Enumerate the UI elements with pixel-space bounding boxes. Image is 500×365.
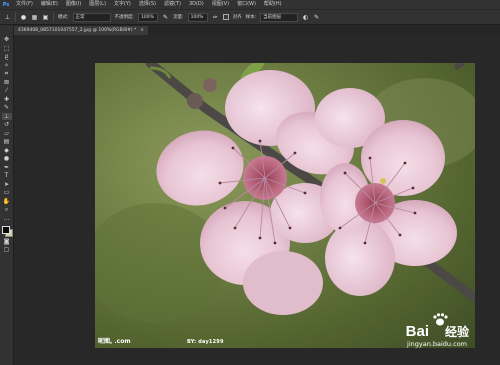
clone-stamp-tool-icon[interactable]: ⊥	[1, 112, 12, 120]
tool-options-bar: ⊥ ● ▦ ▣ 模式: 正常 不透明度: 100% ✎ 流量: 100% ✑ 对…	[0, 9, 500, 25]
gradient-tool-icon[interactable]: ▤	[2, 138, 12, 145]
document-tab-title: 4369408_0857101047557_2.jpg @ 100%(RGB/8…	[18, 28, 137, 33]
pressure-opacity-icon[interactable]: ✎	[162, 14, 169, 21]
document-tab[interactable]: 4369408_0857101047557_2.jpg @ 100%(RGB/8…	[14, 26, 149, 35]
airbrush-icon[interactable]: ✑	[212, 14, 219, 21]
eraser-tool-icon[interactable]: ▱	[2, 130, 12, 137]
menu-edit[interactable]: 编辑(E)	[37, 0, 62, 9]
brush-tool-icon[interactable]: ✎	[2, 104, 12, 111]
close-icon[interactable]: ×	[140, 26, 144, 35]
watermark-nipic: 昵图, .com	[98, 338, 131, 345]
pen-tool-icon[interactable]: ✒	[2, 164, 12, 171]
menu-3d[interactable]: 3D(D)	[185, 0, 208, 9]
type-tool-icon[interactable]: T	[2, 172, 12, 179]
menu-type[interactable]: 文字(Y)	[110, 0, 135, 9]
blur-tool-icon[interactable]: ◆	[2, 147, 12, 154]
menu-file[interactable]: 文件(F)	[12, 0, 37, 9]
crop-tool-icon[interactable]: ⌗	[2, 70, 12, 77]
brush-preset-icon[interactable]: ●	[20, 14, 27, 21]
quick-mask-icon[interactable]: ◙	[2, 238, 12, 245]
baidu-logo-text: Bai	[405, 323, 429, 340]
frame-tool-icon[interactable]: ⊠	[2, 79, 12, 86]
foreground-color-swatch[interactable]	[2, 226, 10, 234]
clone-stamp-tool-icon[interactable]: ⊥	[4, 14, 11, 21]
opacity-label: 不透明度:	[114, 15, 135, 20]
mode-label: 模式:	[58, 15, 69, 20]
hand-tool-icon[interactable]: ✋	[2, 198, 12, 205]
tools-panel: ✥ ⬚ ϱ ✧ ⌗ ⊠ ⁄ ✚ ✎ ⊥ ↺ ▱ ▤ ◆ ● ✒ T ➤ ▭ ✋ …	[0, 25, 14, 365]
watermark-author: BY: day1299	[187, 339, 224, 345]
ignore-adjustment-icon[interactable]: ◐	[302, 14, 309, 21]
zoom-tool-icon[interactable]: ⌕	[2, 206, 12, 213]
menu-select[interactable]: 选择(S)	[135, 0, 160, 9]
menu-window[interactable]: 窗口(W)	[233, 0, 260, 9]
opacity-input[interactable]: 100%	[138, 12, 159, 22]
pressure-size-icon[interactable]: ✎	[313, 14, 320, 21]
quick-select-tool-icon[interactable]: ✧	[2, 62, 12, 69]
flow-label: 流量:	[173, 15, 184, 20]
document-image[interactable]: 昵图, .com BY: day1299 Bai 经验 jingyan.baid…	[95, 63, 475, 348]
menu-bar: Ps 文件(F) 编辑(E) 图像(I) 图层(L) 文字(Y) 选择(S) 滤…	[0, 0, 500, 9]
marquee-tool-icon[interactable]: ⬚	[2, 45, 12, 52]
clone-source-icon[interactable]: ▣	[42, 14, 49, 21]
sample-label: 样本:	[245, 15, 257, 20]
more-tools-icon[interactable]: …	[2, 215, 12, 222]
menu-filter[interactable]: 滤镜(T)	[160, 0, 185, 9]
rectangle-tool-icon[interactable]: ▭	[2, 189, 12, 196]
sample-select[interactable]: 当前图层	[260, 12, 299, 22]
document-tab-bar: 4369408_0857101047557_2.jpg @ 100%(RGB/8…	[14, 25, 500, 35]
dodge-tool-icon[interactable]: ●	[2, 155, 12, 162]
baidu-paw-icon	[430, 325, 444, 339]
menu-view[interactable]: 视图(V)	[208, 0, 233, 9]
color-swatches[interactable]	[1, 225, 13, 237]
mode-select[interactable]: 正常	[72, 12, 111, 22]
menu-layer[interactable]: 图层(L)	[85, 0, 110, 9]
eyedropper-tool-icon[interactable]: ⁄	[2, 87, 12, 94]
flow-input[interactable]: 100%	[187, 12, 208, 22]
aligned-checkbox[interactable]	[222, 14, 229, 20]
move-tool-icon[interactable]: ✥	[2, 36, 12, 43]
lasso-tool-icon[interactable]: ϱ	[2, 53, 12, 60]
healing-brush-tool-icon[interactable]: ✚	[2, 96, 12, 103]
photoshop-logo-icon: Ps	[2, 1, 10, 8]
baidu-url-watermark: jingyan.baidu.com	[407, 340, 467, 348]
brush-panel-icon[interactable]: ▦	[31, 14, 38, 21]
path-select-tool-icon[interactable]: ➤	[2, 181, 12, 188]
screen-mode-icon[interactable]: ▢	[2, 246, 12, 253]
blossom-photo	[95, 63, 475, 326]
divider	[53, 12, 54, 22]
aligned-label: 对齐	[232, 15, 242, 20]
menu-image[interactable]: 图像(I)	[62, 0, 85, 9]
jingyan-logo-text: 经验	[444, 325, 469, 339]
menu-help[interactable]: 帮助(H)	[260, 0, 286, 9]
history-brush-tool-icon[interactable]: ↺	[2, 121, 12, 128]
baidu-jingyan-logo: Bai 经验	[406, 323, 469, 340]
canvas-area[interactable]: 昵图, .com BY: day1299 Bai 经验 jingyan.baid…	[14, 35, 500, 365]
divider	[15, 12, 16, 22]
